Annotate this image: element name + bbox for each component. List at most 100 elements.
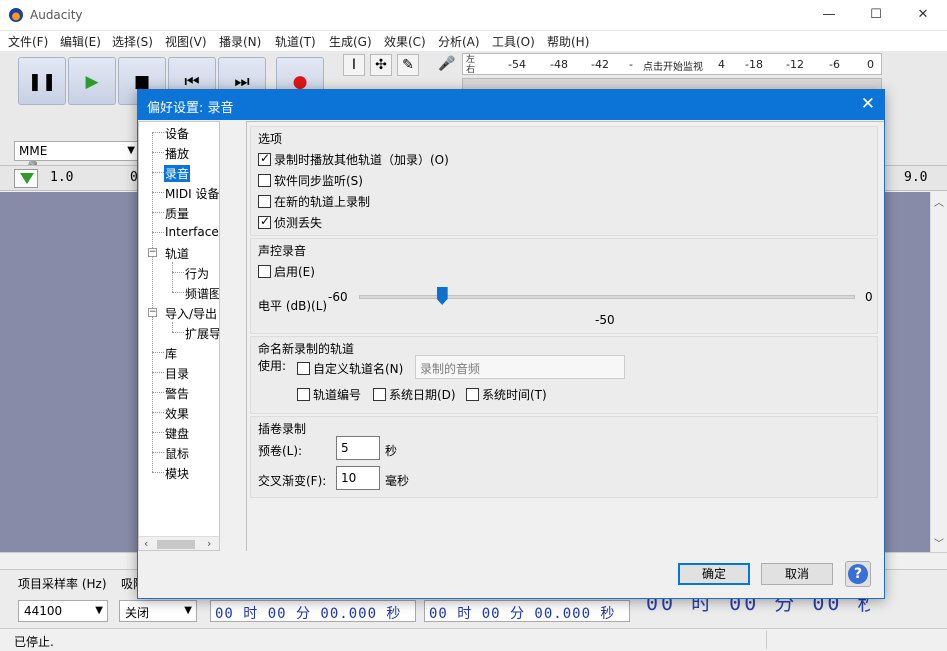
tree-item-devices[interactable]: 设备 <box>165 125 189 142</box>
checkbox-box[interactable] <box>258 151 271 166</box>
custom-track-name-label: 自定义轨道名(N) <box>313 362 404 376</box>
draw-tool-icon[interactable]: ✎ <box>397 54 419 76</box>
tree-item-recording[interactable]: 录音 <box>164 165 191 182</box>
tree-item-quality[interactable]: 质量 <box>165 205 189 222</box>
checkbox-box[interactable] <box>466 388 479 401</box>
tree-item-behaviors[interactable]: 行为 <box>185 265 209 282</box>
checkbox-box[interactable] <box>297 388 310 401</box>
menu-tracks[interactable]: 轨道(T) <box>275 33 316 50</box>
detect-dropouts-checkbox[interactable]: 侦测丢失 <box>258 214 322 231</box>
record-new-track-checkbox[interactable]: 在新的轨道上录制 <box>258 193 370 210</box>
preroll-input[interactable]: 5 <box>336 436 380 460</box>
selection-end-time[interactable]: 00 时 00 分 00.000 秒 <box>424 600 630 622</box>
overdub-checkbox[interactable]: 录制时播放其他轨道（加录）(O) <box>258 151 449 168</box>
meter-right-label: 右 <box>466 65 476 75</box>
custom-track-name-checkbox[interactable]: 自定义轨道名(N) <box>297 360 403 377</box>
tree-item-directories[interactable]: 目录 <box>165 365 189 382</box>
envelope-tool-icon[interactable]: ✣ <box>370 54 392 76</box>
tree-item-interface[interactable]: Interface <box>165 225 219 239</box>
menu-effect[interactable]: 效果(C) <box>384 33 426 50</box>
menu-transport[interactable]: 播录(N) <box>219 33 261 50</box>
tree-item-midi-devices[interactable]: MIDI 设备 <box>165 185 219 202</box>
tree-item-modules[interactable]: 模块 <box>165 465 189 482</box>
cancel-button[interactable]: 取消 <box>761 563 833 585</box>
meter-tick: -12 <box>786 58 804 71</box>
project-rate-select[interactable]: 44100 ▼ <box>18 600 108 622</box>
level-slider-track[interactable] <box>359 295 855 299</box>
status-divider <box>766 631 767 649</box>
scrollbar-thumb[interactable] <box>157 540 195 549</box>
app-title: Audacity <box>30 8 83 22</box>
menu-generate[interactable]: 生成(G) <box>329 33 372 50</box>
tree-item-mouse[interactable]: 鼠标 <box>165 445 189 462</box>
tree-guide <box>152 132 153 472</box>
meter-left-label: 左 <box>466 55 476 65</box>
checkbox-box[interactable] <box>258 265 271 278</box>
meter-tick: -42 <box>591 58 609 71</box>
crossfade-input[interactable]: 10 <box>336 466 380 490</box>
selection-start-time[interactable]: 00 时 00 分 00.000 秒 <box>210 600 416 622</box>
meter-click-to-monitor[interactable]: 点击开始监视 <box>643 58 703 73</box>
tree-item-keyboard[interactable]: 键盘 <box>165 425 189 442</box>
menu-file[interactable]: 文件(F) <box>8 33 48 50</box>
menu-tools[interactable]: 工具(O) <box>492 33 535 50</box>
close-window-button[interactable]: ✕ <box>900 0 946 30</box>
audio-host-select[interactable]: MME ▼ <box>14 141 140 161</box>
chevron-up-icon[interactable]: ︿ <box>934 194 944 209</box>
checkbox-box[interactable] <box>297 362 310 375</box>
tree-item-extended-import[interactable]: 扩展导 <box>185 325 219 342</box>
tree-item-libraries[interactable]: 库 <box>165 345 177 362</box>
tree-item-effects[interactable]: 效果 <box>165 405 189 422</box>
project-rate-label: 项目采样率 (Hz) <box>18 577 107 591</box>
enable-label: 启用(E) <box>274 265 315 279</box>
tree-item-tracks[interactable]: 轨道 <box>165 245 189 262</box>
pause-button[interactable]: ❚❚ <box>18 57 66 105</box>
checkbox-box[interactable] <box>258 195 271 208</box>
menu-select[interactable]: 选择(S) <box>112 33 153 50</box>
timeline-label: 1.0 <box>50 170 74 185</box>
selection-tool-icon[interactable]: I <box>343 54 365 76</box>
tree-item-warnings[interactable]: 警告 <box>165 385 189 402</box>
tree-horizontal-scrollbar[interactable]: ‹ › <box>139 536 219 550</box>
custom-track-name-input[interactable]: 录制的音频 <box>415 355 625 379</box>
chevron-left-icon[interactable]: ‹ <box>144 537 148 550</box>
crossfade-unit: 毫秒 <box>385 474 410 488</box>
tree-item-import-export[interactable]: 导入/导出 <box>165 305 217 322</box>
title-bar: Audacity — ☐ ✕ <box>0 0 947 31</box>
help-button[interactable]: ? <box>845 561 871 587</box>
checkbox-box[interactable] <box>258 174 271 187</box>
meter-tick: -48 <box>550 58 568 71</box>
checkbox-box[interactable] <box>373 388 386 401</box>
audio-host-value: MME <box>19 144 48 158</box>
snap-select[interactable]: 关闭 ▼ <box>119 600 197 622</box>
chevron-down-icon[interactable]: ﹀ <box>934 535 944 550</box>
system-time-label: 系统时间(T) <box>482 388 547 402</box>
sound-activated-enable-checkbox[interactable]: 启用(E) <box>258 263 315 280</box>
menu-analyze[interactable]: 分析(A) <box>438 33 480 50</box>
collapse-icon[interactable]: − <box>148 248 157 257</box>
track-number-checkbox[interactable]: 轨道编号 <box>297 386 361 403</box>
tree-item-spectrograms[interactable]: 频谱图 <box>185 285 219 302</box>
play-head-icon[interactable] <box>14 169 38 188</box>
menu-help[interactable]: 帮助(H) <box>547 33 589 50</box>
level-slider-thumb[interactable] <box>436 287 448 305</box>
checkbox-box[interactable] <box>258 214 271 229</box>
vertical-scrollbar[interactable]: ︿ ﹀ <box>930 192 947 552</box>
preferences-tree: 设备 播放 录音 MIDI 设备 质量 Interface − 轨道 行为 频谱… <box>138 121 220 551</box>
preroll-label: 预卷(L): <box>258 444 303 458</box>
collapse-icon[interactable]: − <box>148 308 157 317</box>
menu-edit[interactable]: 编辑(E) <box>60 33 101 50</box>
system-time-checkbox[interactable]: 系统时间(T) <box>466 386 547 403</box>
maximize-button[interactable]: ☐ <box>853 0 899 30</box>
system-date-checkbox[interactable]: 系统日期(D) <box>373 386 456 403</box>
tree-item-playback[interactable]: 播放 <box>165 145 189 162</box>
software-playthrough-checkbox[interactable]: 软件同步监听(S) <box>258 172 363 189</box>
menu-view[interactable]: 视图(V) <box>165 33 207 50</box>
ok-button[interactable]: 确定 <box>678 563 750 585</box>
chevron-down-icon: ▼ <box>127 145 135 156</box>
minimize-button[interactable]: — <box>806 0 852 30</box>
record-meter[interactable]: 左 右 -54 -48 -42 - 点击开始监视 4 -18 -12 -6 0 <box>462 53 882 75</box>
chevron-right-icon[interactable]: › <box>207 537 211 550</box>
play-button[interactable]: ▶ <box>68 57 116 105</box>
dialog-close-icon[interactable]: ✕ <box>861 94 875 114</box>
